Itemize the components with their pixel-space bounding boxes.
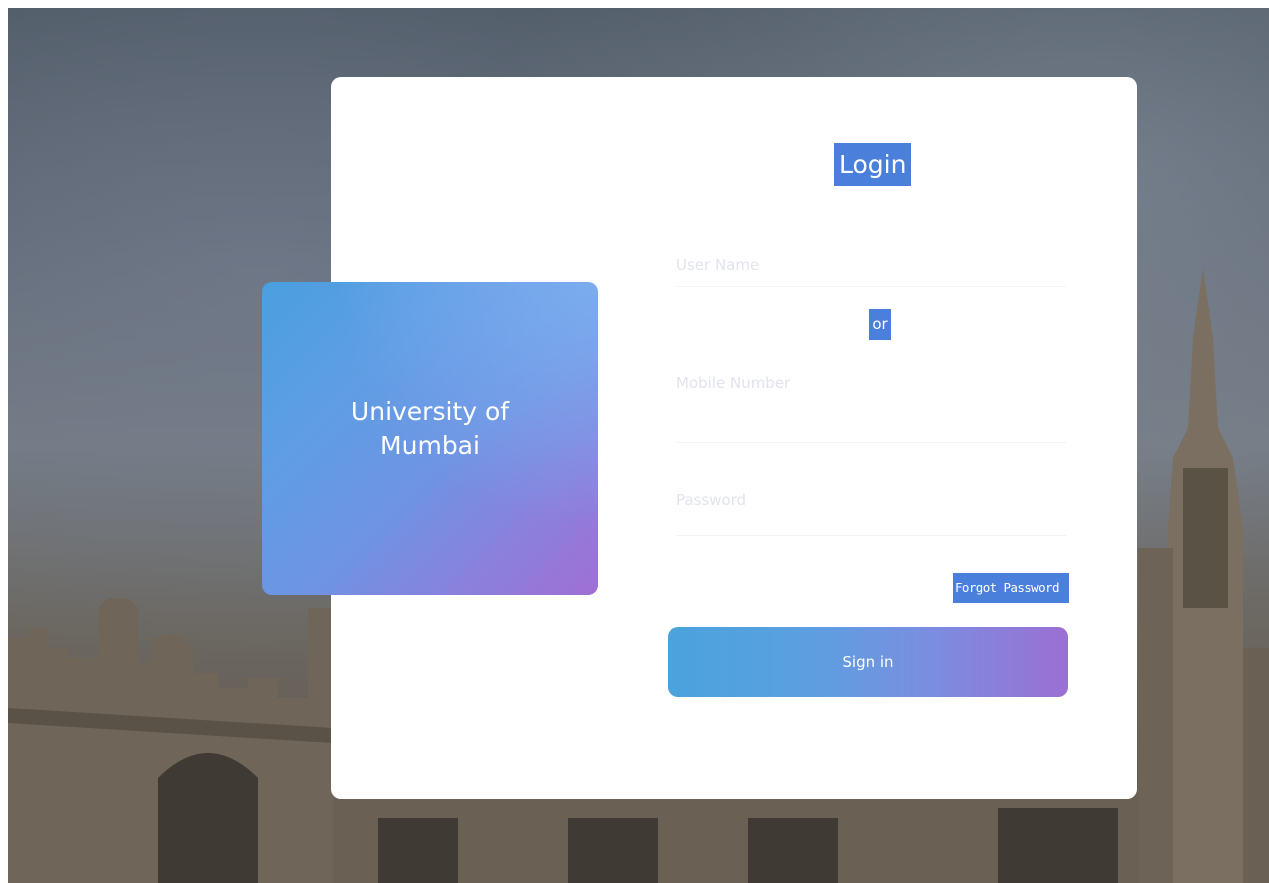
password-input[interactable] [676, 485, 1066, 515]
username-underline [676, 286, 1066, 287]
forgot-password-link[interactable]: Forgot Password [953, 573, 1069, 603]
or-separator: or [869, 309, 891, 340]
brand-panel: University of Mumbai [262, 282, 598, 595]
sign-in-button[interactable]: Sign in [668, 627, 1068, 697]
brand-title: University of Mumbai [350, 396, 510, 460]
mobile-underline [676, 442, 1066, 443]
password-underline [676, 535, 1066, 536]
login-title: Login [834, 143, 912, 186]
username-input[interactable] [676, 250, 1066, 280]
mobile-number-input[interactable] [676, 368, 1066, 398]
